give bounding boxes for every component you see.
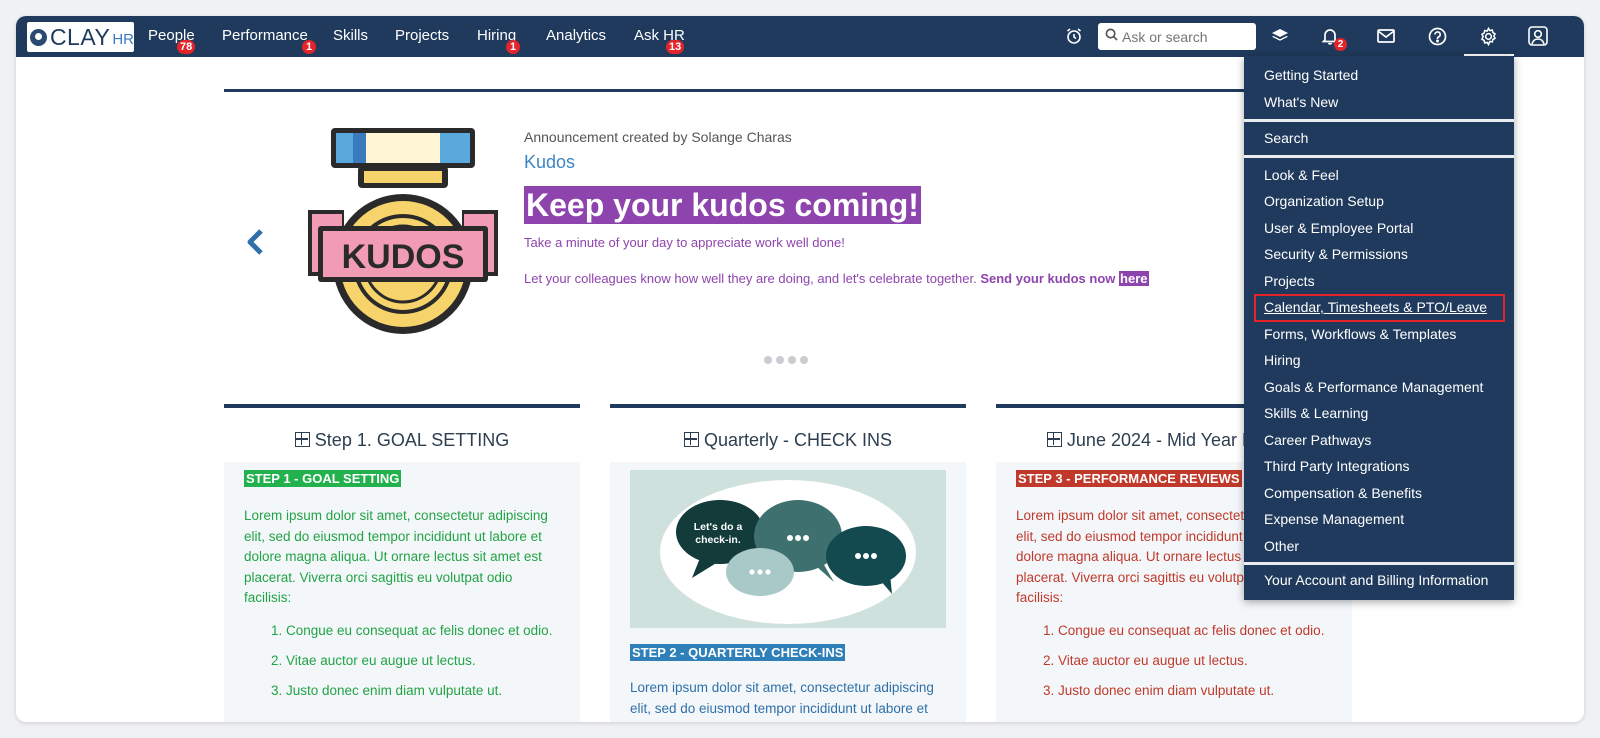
menu-item-third-party-integrations[interactable]: Third Party Integrations	[1264, 458, 1410, 474]
layers-icon[interactable]	[1268, 25, 1292, 47]
announcement-line-1: Take a minute of your day to appreciate …	[524, 235, 845, 250]
carousel-dot-1[interactable]	[764, 356, 772, 364]
people-badge: 78	[177, 40, 196, 54]
gear-icon[interactable]	[1476, 25, 1500, 47]
menu-item-whats-new[interactable]: What's New	[1264, 94, 1338, 110]
card-text: Lorem ipsum dolor sit amet, consectetur …	[244, 508, 548, 605]
hiring-badge: 1	[506, 40, 520, 54]
card-title-text: Step 1. GOAL SETTING	[314, 430, 510, 450]
nav-label: Skills	[333, 27, 369, 44]
menu-item-compensation-benefits[interactable]: Compensation & Benefits	[1264, 485, 1422, 501]
carousel-top-rule	[224, 89, 1314, 92]
nav-performance[interactable]: Performance	[222, 27, 308, 44]
nav-label: Analytics	[546, 27, 607, 44]
app-window: CLAY HR People 78 Performance 1 Skills P…	[16, 16, 1584, 722]
announcement-author: Announcement created by Solange Charas	[524, 129, 792, 145]
menu-item-calendar-timesheets-pto[interactable]: Calendar, Timesheets & PTO/Leave	[1264, 299, 1487, 315]
search-icon	[1105, 28, 1118, 46]
announcement-line-2: Let your colleagues know how well they a…	[524, 271, 1149, 286]
menu-item-hiring[interactable]: Hiring	[1264, 352, 1301, 368]
list-item: Congue eu consequat ac felis donec et od…	[286, 623, 560, 638]
table-grid-icon	[294, 432, 310, 447]
card-title[interactable]: Step 1. GOAL SETTING	[224, 430, 580, 451]
performance-badge: 1	[302, 40, 316, 54]
carousel-dot-2[interactable]	[776, 356, 784, 364]
kudos-image-text: KUDOS	[342, 238, 465, 276]
menu-item-look-feel[interactable]: Look & Feel	[1264, 167, 1339, 183]
logo-mark-icon	[30, 28, 47, 46]
card-title-text: Quarterly - CHECK INS	[703, 430, 893, 450]
card-text: Lorem ipsum dolor sit amet, consectetur …	[630, 680, 934, 716]
card-goal-setting: Step 1. GOAL SETTING STEP 1 - GOAL SETTI…	[224, 404, 580, 722]
kudos-medal-image: KUDOS	[298, 126, 508, 336]
nav-label: Projects	[395, 27, 450, 44]
table-grid-icon	[683, 432, 699, 447]
mail-icon[interactable]	[1374, 25, 1398, 47]
menu-item-expense-management[interactable]: Expense Management	[1264, 511, 1404, 527]
carousel-prev-arrow-icon[interactable]	[244, 227, 268, 257]
card-body: STEP 1 - GOAL SETTING Lorem ipsum dolor …	[224, 462, 580, 722]
menu-item-account-billing[interactable]: Your Account and Billing Information	[1264, 572, 1488, 588]
nav-skills[interactable]: Skills	[333, 27, 368, 44]
list-item: Vitae auctor eu augue ut lectus.	[286, 653, 560, 668]
step-tag: STEP 1 - GOAL SETTING	[244, 470, 402, 487]
carousel-dot-4[interactable]	[800, 356, 808, 364]
top-navigation-bar: CLAY HR People 78 Performance 1 Skills P…	[16, 16, 1584, 57]
alarm-clock-icon[interactable]	[1062, 25, 1086, 47]
menu-item-getting-started[interactable]: Getting Started	[1264, 67, 1358, 83]
table-grid-icon	[1046, 432, 1062, 447]
carousel-pagination	[764, 356, 808, 364]
list-item: Congue eu consequat ac felis donec et od…	[1058, 623, 1332, 638]
card-list: Congue eu consequat ac felis donec et od…	[244, 623, 560, 698]
card-body: Let's do a check-in. STEP 2 - QUARTERLY …	[610, 462, 966, 722]
list-item: Vitae auctor eu augue ut lectus.	[1058, 653, 1332, 668]
nav-projects[interactable]: Projects	[395, 27, 449, 44]
card-list: Congue eu consequat ac felis donec et od…	[1016, 623, 1332, 698]
nav-analytics[interactable]: Analytics	[546, 27, 606, 44]
list-item: Justo donec enim diam vulputate ut.	[1058, 683, 1332, 698]
nav-label: Performance	[222, 27, 308, 44]
carousel-dot-3[interactable]	[788, 356, 796, 364]
settings-dropdown-menu: Getting Started What's New Search Look &…	[1244, 56, 1514, 600]
menu-item-user-employee-portal[interactable]: User & Employee Portal	[1264, 220, 1413, 236]
list-item: Justo donec enim diam vulputate ut.	[286, 683, 560, 698]
line2-prefix: Let your colleagues know how well they a…	[524, 271, 981, 286]
card-rule	[610, 404, 966, 408]
card-title[interactable]: Quarterly - CHECK INS	[610, 430, 966, 451]
menu-item-projects[interactable]: Projects	[1264, 273, 1315, 289]
menu-item-organization-setup[interactable]: Organization Setup	[1264, 193, 1384, 209]
check-in-image: Let's do a check-in.	[630, 470, 946, 628]
notifications-badge: 2	[1334, 38, 1347, 51]
menu-item-other[interactable]: Other	[1264, 538, 1299, 554]
menu-item-career-pathways[interactable]: Career Pathways	[1264, 432, 1371, 448]
menu-item-goals-performance[interactable]: Goals & Performance Management	[1264, 379, 1483, 395]
menu-divider	[1244, 155, 1514, 158]
menu-divider	[1244, 119, 1514, 122]
search-input[interactable]	[1122, 28, 1247, 45]
send-kudos-here-link[interactable]: here	[1119, 271, 1149, 286]
step-tag: STEP 3 - PERFORMANCE REVIEWS	[1016, 470, 1242, 487]
line2-bold: Send your kudos now	[980, 271, 1116, 286]
menu-item-search[interactable]: Search	[1264, 130, 1308, 146]
check-in-image-text: check-in.	[695, 534, 741, 546]
global-search[interactable]	[1098, 23, 1256, 50]
check-in-image-text: Let's do a	[694, 521, 743, 533]
step-tag: STEP 2 - QUARTERLY CHECK-INS	[630, 644, 846, 661]
user-icon[interactable]	[1526, 25, 1550, 47]
clayhr-logo[interactable]: CLAY HR	[27, 22, 134, 52]
menu-item-skills-learning[interactable]: Skills & Learning	[1264, 405, 1368, 421]
card-rule	[224, 404, 580, 408]
ask-hr-badge: 13	[666, 40, 685, 54]
card-check-ins: Quarterly - CHECK INS Let's do a check-i…	[610, 404, 966, 722]
menu-item-forms-workflows[interactable]: Forms, Workflows & Templates	[1264, 326, 1456, 342]
menu-divider	[1244, 562, 1514, 565]
logo-text: CLAY	[49, 23, 111, 50]
announcement-headline: Keep your kudos coming!	[524, 186, 921, 224]
announcement-title-link[interactable]: Kudos	[524, 152, 575, 173]
menu-item-security-permissions[interactable]: Security & Permissions	[1264, 246, 1408, 262]
logo-suffix: HR	[112, 31, 134, 48]
help-icon[interactable]	[1425, 25, 1449, 47]
